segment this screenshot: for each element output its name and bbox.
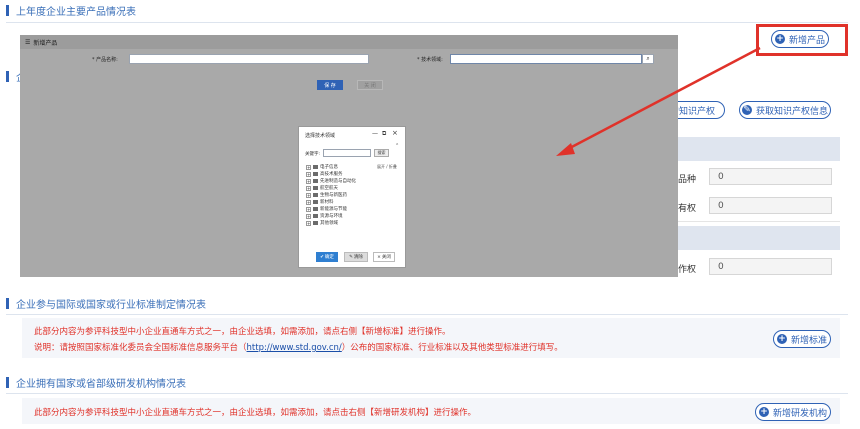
annotation-arrow [556,46,761,156]
